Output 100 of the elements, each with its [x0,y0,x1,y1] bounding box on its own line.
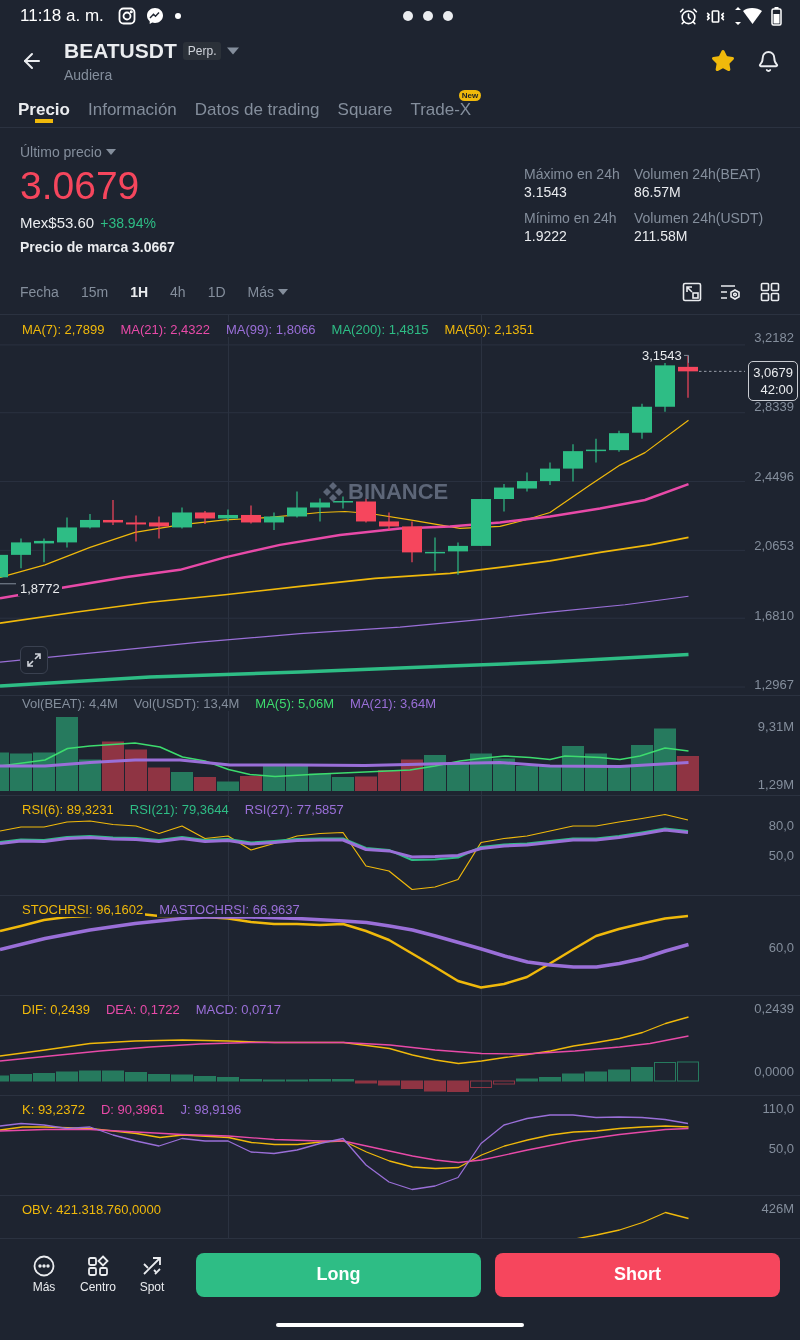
stat-label: Volumen 24h(BEAT) [634,166,762,182]
axis-label: 426M [761,1201,794,1217]
candle [0,554,8,578]
swap-arrows-icon [141,1255,163,1277]
volume-bar [194,777,216,791]
candle [34,537,54,563]
action-button[interactable]: Centro [78,1255,118,1294]
interval-option[interactable]: Más [247,284,288,300]
candle [264,511,284,531]
favorite-button[interactable] [711,49,735,73]
diamond-logo-icon [322,481,344,503]
bell-icon [757,49,780,73]
volume-bar [447,763,469,791]
mark-price: Precio de marca 3.0667 [20,239,175,255]
legend-label: MA(21): 2,4322 [118,322,212,337]
legend-label: MA(5): 5,06M [253,696,337,711]
axis-label: 9,31M [757,719,794,735]
legend-label: RSI(21): 79,3644 [127,802,231,817]
candle [172,506,192,530]
action-button[interactable]: Más [24,1255,64,1294]
legend-label: J: 98,9196 [178,1102,244,1117]
histogram-bar [424,1080,446,1092]
candle [609,430,629,453]
histogram-bar [677,1061,699,1082]
interval-option[interactable]: 15m [80,284,109,300]
histogram-bar [125,1072,147,1082]
chat-bubble-icon [145,7,164,25]
alerts-button[interactable] [757,49,780,73]
countdown-label: 42:00 [760,381,793,398]
new-badge: New [458,90,482,101]
tab[interactable]: Información [88,90,177,127]
caret-icon [105,148,116,156]
status-time: 11:18 a. m. [20,6,104,26]
watermark: BINANCE [348,479,449,505]
interval-option[interactable]: 1D [207,284,226,300]
legend-label: DIF: 0,2439 [20,1002,92,1017]
chart-mode-button[interactable] [682,282,702,302]
legend-label: MA(99): 1,8066 [224,322,318,337]
list-gear-icon [720,282,742,302]
histogram-bar [585,1071,607,1082]
short-button[interactable]: Short [495,1252,780,1297]
expand-button[interactable] [20,646,48,674]
volume-bar [424,755,446,791]
stat-value: 86.57M [634,184,682,200]
legend-label: Vol(BEAT): 4,4M [20,696,120,711]
legend-label: Vol(USDT): 13,4M [131,696,242,711]
legend-label: RSI(27): 77,5857 [242,802,346,817]
candle [494,483,514,513]
long-button[interactable]: Long [196,1252,481,1297]
candle [448,541,468,576]
candle [11,537,31,569]
indicator-settings-button[interactable] [720,282,742,302]
price-label: Último precio [20,144,102,160]
legend-label: RSI(6): 89,3231 [20,802,116,817]
candle [655,361,675,413]
axis-label: 1,29M [757,777,794,793]
axis-label: 1,6810 [754,607,794,624]
candle [517,472,537,493]
symbol-title: BEATUSDT [64,39,177,63]
volume-bar [516,766,538,791]
interval-option[interactable]: 4h [170,284,186,300]
tab[interactable]: Square [337,90,393,127]
volume-bar [309,773,331,791]
axis-label: 80,0 [768,818,794,834]
stat-value: 1.9222 [524,228,568,244]
candle [57,516,77,548]
symbol-dropdown[interactable] [227,46,240,56]
legend-label: MASTOCHRSI: 66,9637 [157,902,302,917]
legend-label: MACD: 0,0717 [193,1002,283,1017]
candle [540,462,560,486]
axis-label: 0,0000 [754,1064,794,1080]
candle [241,504,261,525]
tab[interactable]: Datos de trading [194,90,320,127]
axis-label: 2,8339 [754,399,794,416]
leader-line [0,583,17,585]
dropdown-caret-icon [227,46,240,56]
legend-label: MA(7): 2,7899 [20,322,107,337]
histogram-bar [79,1070,101,1082]
stat-label: Mínimo en 24h [524,210,618,226]
axis-label: 0,2439 [754,1001,794,1017]
wifi-icon [733,7,763,25]
layout-button[interactable] [760,282,780,302]
action-button[interactable]: Spot [132,1255,172,1294]
stat-value: 211.58M [634,228,689,244]
legend-label: K: 93,2372 [20,1102,87,1117]
axis-label: 1,2967 [754,676,794,693]
low-price-label: 1,8772 [18,581,62,596]
interval-option[interactable]: 1H [130,284,149,300]
candle [195,510,215,525]
interval-option[interactable]: Fecha [20,284,59,300]
contract-badge: Perp. [182,42,222,60]
camera-icon [117,7,136,25]
expand-icon [25,651,43,669]
axis-label: 3,2182 [754,330,794,346]
stat-label: Máximo en 24h [524,166,621,182]
axis-label: 50,0 [768,848,794,864]
candle [586,438,606,464]
candle [310,497,330,523]
symbol-subtitle: Audiera [64,67,114,83]
legend-label: OBV: 421.318.760,0000 [20,1202,164,1217]
